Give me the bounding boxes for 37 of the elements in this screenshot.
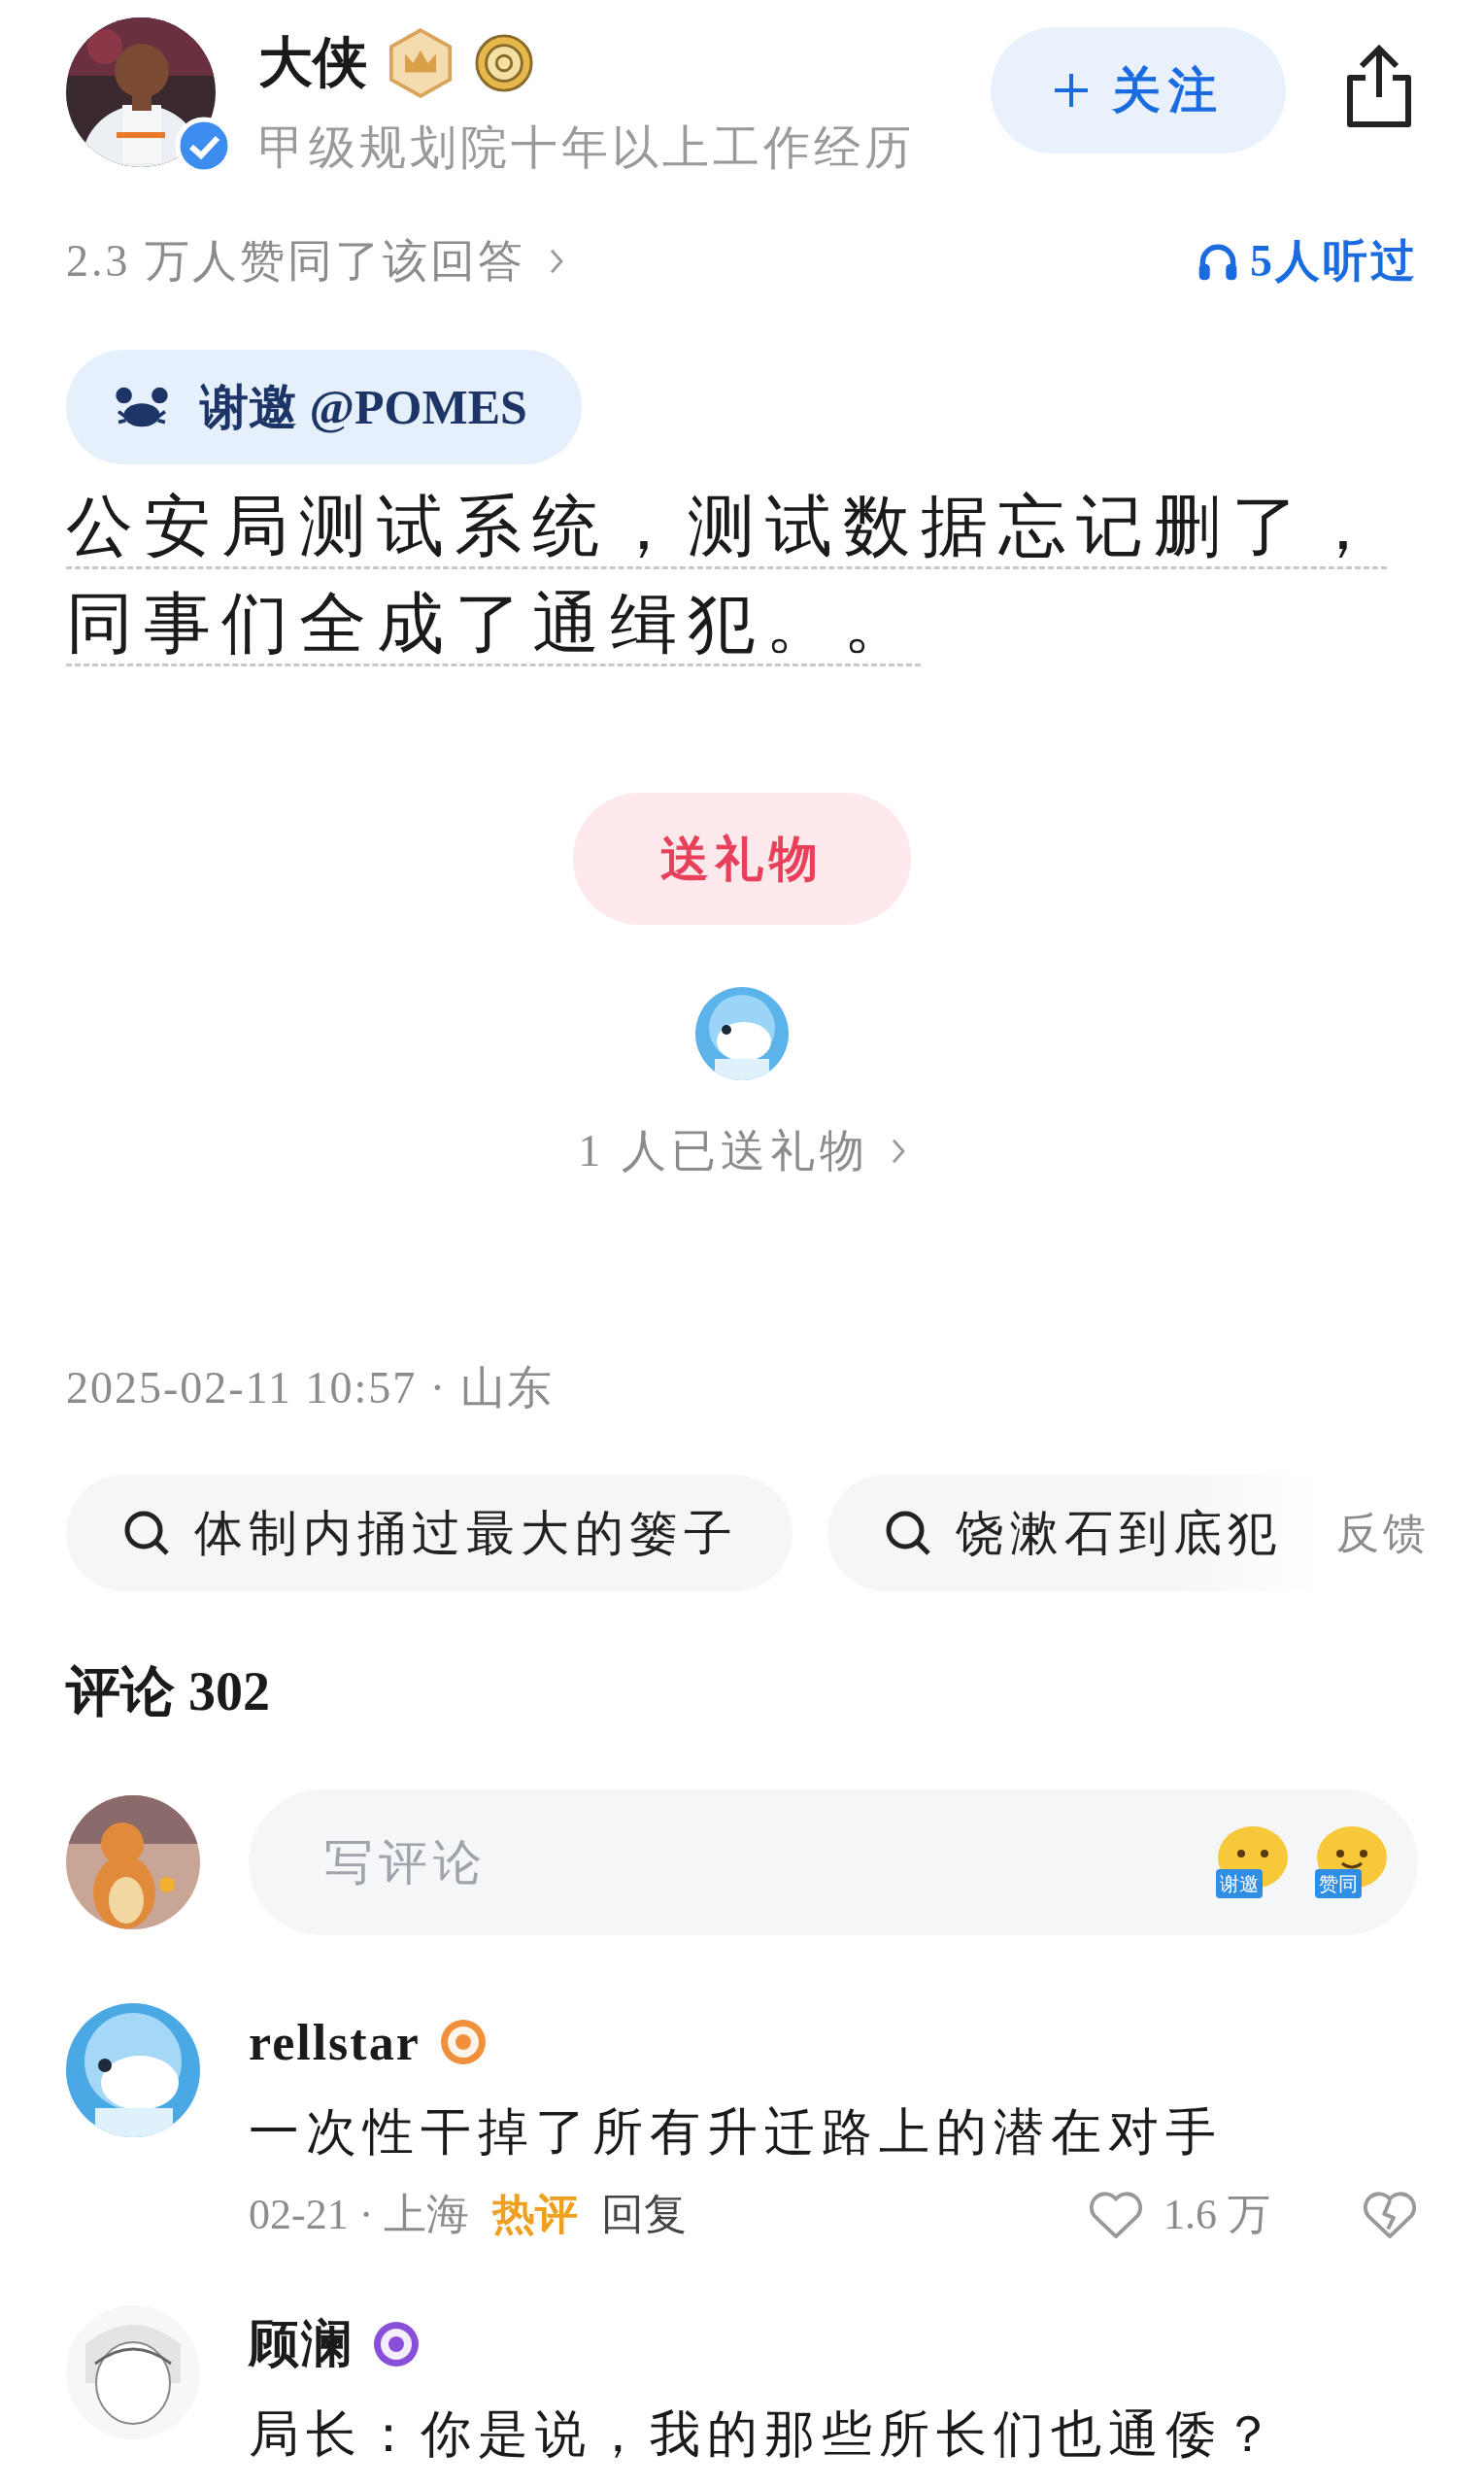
comment-text: 一次性干掉了所有升迁路上的潜在对手 — [249, 2103, 1224, 2162]
coin-badge-icon — [474, 33, 534, 93]
commenter-name[interactable]: rellstar — [249, 2013, 421, 2071]
broken-heart-icon[interactable] — [1362, 2189, 1418, 2240]
chevron-icon — [890, 1137, 906, 1166]
commenter-name[interactable]: 顾澜 — [249, 2310, 354, 2378]
gift-button[interactable]: 送礼物 — [573, 793, 911, 925]
listened-count: 5人听过 — [1250, 235, 1418, 288]
gift-count-link[interactable]: 1 人已送礼物 — [578, 1121, 906, 1181]
hot-comment-label: 热评 — [492, 2190, 579, 2240]
invite-tag[interactable]: 谢邀 @POMES — [66, 350, 582, 464]
plus-icon — [1052, 71, 1091, 110]
search-icon — [884, 1509, 932, 1557]
reply-link[interactable]: 回复 — [601, 2186, 688, 2243]
chevron-icon — [549, 247, 564, 276]
sticker-label: 谢邀 — [1216, 1869, 1263, 1898]
related-search-chip[interactable]: 体制内捅过最大的篓子 — [66, 1475, 793, 1591]
sticker-button[interactable]: 谢邀 — [1212, 1819, 1294, 1906]
answer-text: 公安局测试系统，测试数据忘记删了，同事们全成了通缉犯。。 — [66, 489, 1388, 663]
listened-link[interactable]: 5人听过 — [1196, 231, 1418, 291]
like-button[interactable]: 1.6 万 — [1088, 2186, 1270, 2243]
feedback-link[interactable]: 反馈 — [1336, 1504, 1430, 1562]
comment-input-field[interactable]: 写评论 谢邀 赞同 — [249, 1789, 1418, 1935]
sticker-button[interactable]: 赞同 — [1311, 1819, 1393, 1906]
crab-icon — [113, 385, 171, 429]
follow-button[interactable]: 关注 — [991, 27, 1286, 153]
post-date: 2025-02-11 10:57 · 山东 — [66, 1362, 555, 1414]
author-bio: 甲级规划院十年以上工作经历 — [258, 120, 915, 175]
author-name[interactable]: 大侠 — [258, 26, 367, 100]
sticker-label: 赞同 — [1315, 1869, 1362, 1898]
approval-link[interactable]: 2.3 万人赞同了该回答 — [66, 231, 564, 291]
comment-text: 局长：你是说，我的那些所长们也通倭？ — [249, 2405, 1281, 2464]
comment-date-location: 02-21 · 上海 — [249, 2190, 470, 2240]
crown-badge-icon — [388, 28, 453, 98]
search-icon — [122, 1509, 171, 1557]
comments-header: 评论 302 — [66, 1660, 271, 1723]
heart-icon — [1088, 2189, 1144, 2240]
